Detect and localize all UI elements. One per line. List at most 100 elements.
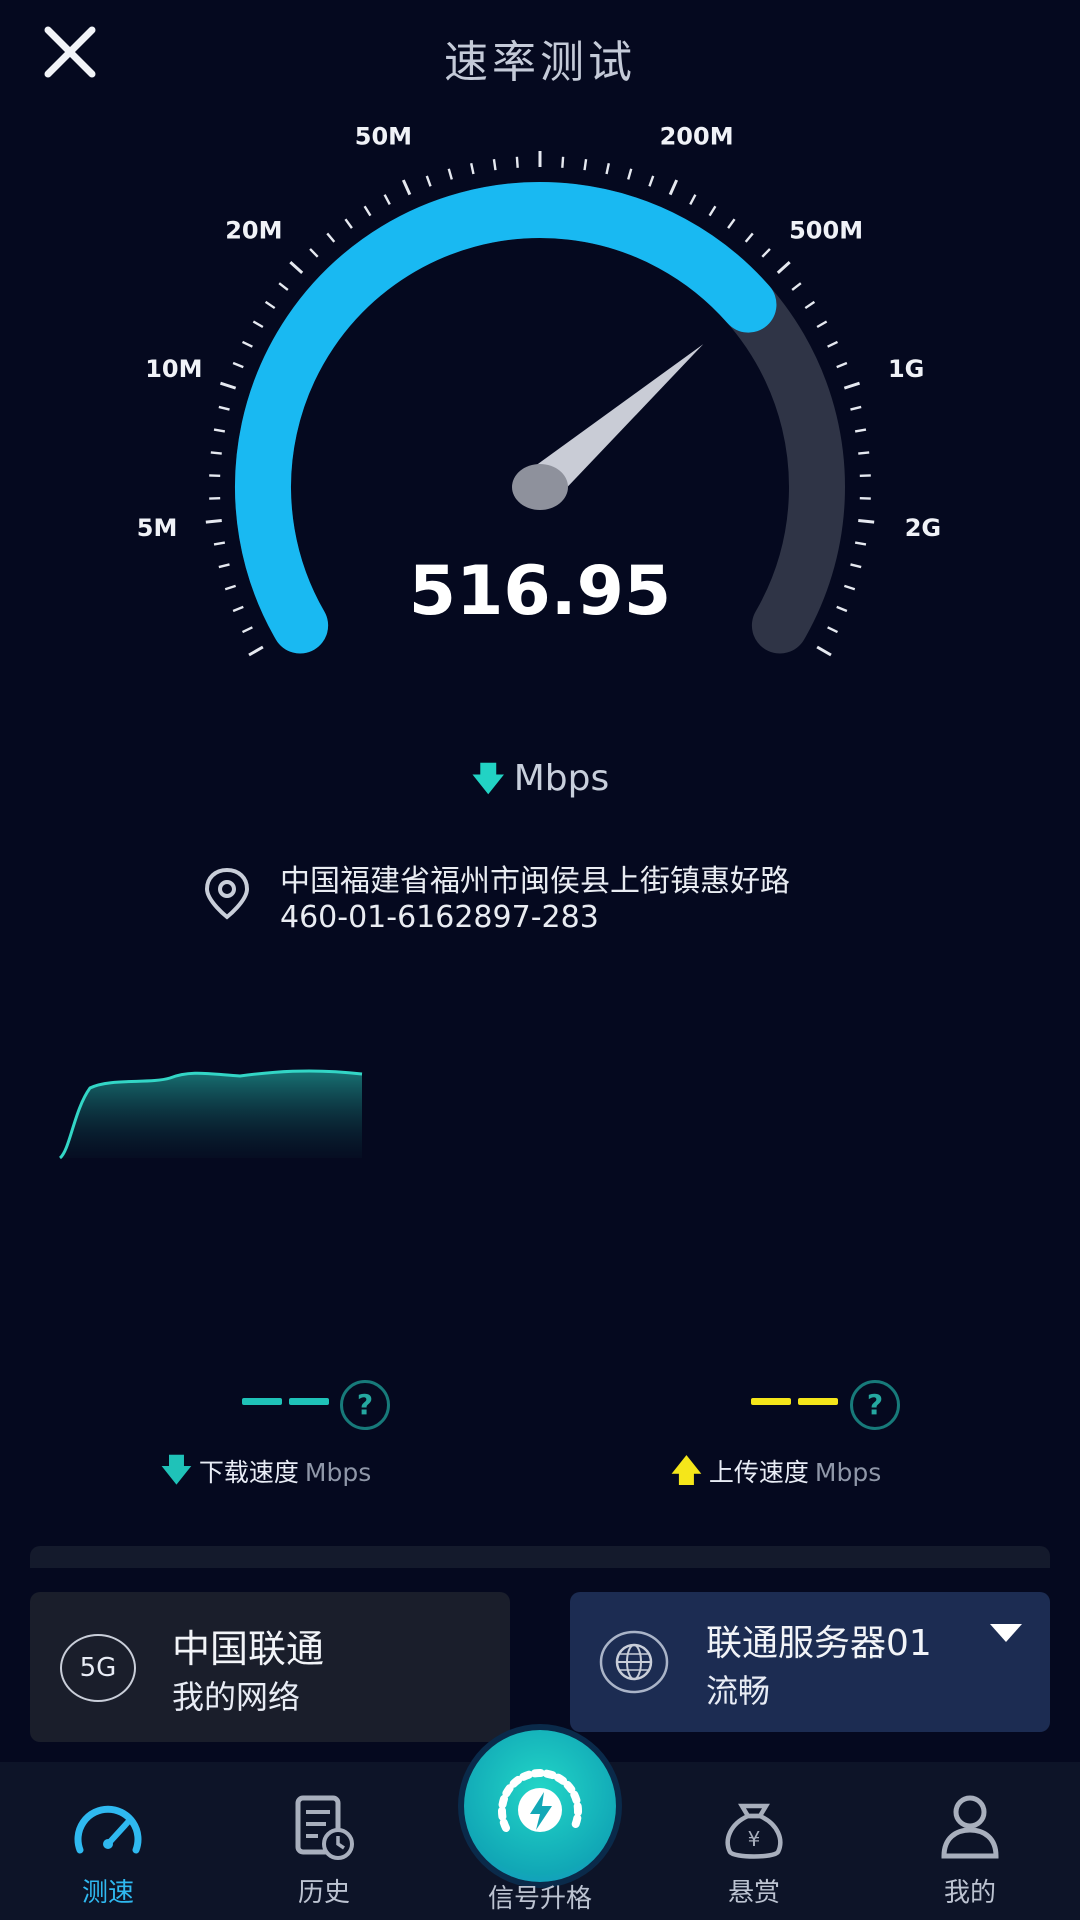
gauge-tick [858, 518, 875, 524]
chevron-down-icon[interactable] [988, 1622, 1024, 1644]
speed-sparkline [58, 1069, 363, 1160]
network-subtitle: 我的网络 [172, 1678, 301, 1716]
gauge-tick [447, 168, 453, 180]
globe-icon [599, 1630, 669, 1694]
gauge-tick [776, 261, 791, 274]
speed-unit-row: 🡇 Mbps [0, 755, 1080, 812]
download-help-button[interactable]: ? [340, 1380, 390, 1430]
gauge-tick [289, 261, 304, 274]
gauge-tick [232, 361, 244, 369]
gauge-tick [252, 320, 264, 329]
gauge-scale-label: 200M [660, 122, 734, 150]
gauge-tick [210, 451, 222, 455]
upload-help-button[interactable]: ? [850, 1380, 900, 1430]
speed-value: 516.95 [408, 552, 672, 631]
network-card[interactable]: 5G 中国联通 我的网络 [30, 1592, 510, 1742]
signal-boost-button[interactable] [464, 1730, 616, 1882]
gauge-scale-label: 1G [888, 355, 924, 383]
gauge-tick [326, 232, 336, 243]
gauge-tick [583, 159, 588, 171]
nav-label-history: 历史 [297, 1878, 350, 1908]
server-status: 流畅 [706, 1672, 771, 1710]
gauge-tick [627, 168, 633, 180]
cell-id: 460-01-6162897-283 [280, 900, 599, 935]
history-icon [295, 1795, 354, 1860]
download-value-dash [289, 1398, 329, 1405]
gauge-scale-label: 10M [145, 355, 202, 383]
gauge-tick [219, 381, 237, 390]
download-arrow-icon: 🡇 [470, 759, 506, 799]
svg-text:¥: ¥ [748, 1827, 761, 1851]
gauge-tick [850, 405, 862, 411]
gauge-tick [278, 282, 289, 291]
nav-label-signal-boost: 信号升格 [487, 1884, 592, 1914]
gauge-scale-label: 5M [137, 514, 178, 542]
upload-unit: Mbps [814, 1458, 882, 1487]
gauge-tick [213, 541, 226, 546]
gauge-tick [854, 428, 867, 433]
money-bag-icon: ¥ [725, 1803, 783, 1859]
gauge-scale-label: 50M [355, 122, 412, 150]
gauge-tick [605, 162, 610, 175]
gauge-tick [218, 405, 230, 411]
download-label-text: 下载速度 [198, 1458, 299, 1487]
gauge-tick [816, 320, 828, 329]
nav-item-history[interactable]: 历史 [234, 1762, 414, 1920]
gauge-tick [241, 340, 253, 348]
nav-label-reward: 悬赏 [727, 1878, 780, 1908]
nav-item-speed-test[interactable]: 测速 [18, 1762, 198, 1920]
nav-item-profile[interactable]: 我的 [880, 1762, 1060, 1920]
upload-label-text: 上传速度 [708, 1458, 809, 1487]
panel-divider [30, 1546, 1050, 1568]
gauge-tick [744, 232, 754, 243]
server-name: 联通服务器01 [706, 1623, 932, 1664]
nav-item-signal-boost[interactable]: 信号升格 [450, 1730, 630, 1920]
gauge-scale-label: 2G [905, 514, 941, 542]
upload-value-dash [751, 1398, 791, 1405]
gauge-tick [689, 194, 697, 206]
gauge-tick [708, 205, 717, 217]
location-pin-icon [204, 867, 250, 920]
gauge-tick [401, 179, 412, 196]
gauge-tick [561, 156, 565, 168]
gauge-tick [213, 428, 226, 433]
gauge-tick [727, 218, 736, 229]
download-unit: Mbps [304, 1458, 372, 1487]
gauge-tick [515, 156, 519, 168]
gauge-tick [383, 194, 391, 206]
gauge-scale-label: 20M [225, 216, 282, 244]
gauge-tick [761, 248, 771, 258]
upload-speed-label: 🡅 上传速度 Mbps [670, 1448, 881, 1502]
gauge-scale-label: 500M [789, 216, 863, 244]
gauge-tick [248, 645, 264, 657]
gauge-tick [854, 541, 867, 546]
gauge-tick [264, 300, 276, 310]
nav-label-profile: 我的 [943, 1878, 996, 1908]
gauge-tick [804, 300, 816, 310]
gauge-tick [791, 282, 802, 291]
gauge-tick [344, 218, 353, 229]
gauge-tick [470, 162, 475, 175]
gauge-tick [858, 451, 870, 455]
speed-unit: Mbps [513, 758, 610, 799]
gauge-tick [648, 175, 655, 187]
gauge-tick [205, 518, 222, 524]
download-value-dash [242, 1398, 282, 1405]
gauge-tick [827, 340, 839, 348]
user-icon [941, 1795, 999, 1859]
network-type-badge: 5G [60, 1634, 136, 1702]
gauge-hub [512, 464, 568, 510]
gauge-tick [363, 205, 372, 217]
gauge-tick [836, 361, 848, 369]
location-address: 中国福建省福州市闽侯县上街镇惠好路 [280, 864, 790, 899]
download-arrow-icon: 🡇 [160, 1451, 193, 1489]
server-selector[interactable]: 联通服务器01 流畅 [570, 1592, 1050, 1732]
boost-gauge-icon [498, 1769, 582, 1832]
gauge-tick [816, 645, 832, 657]
gauge-tick [668, 179, 679, 196]
nav-item-reward[interactable]: ¥ 悬赏 [664, 1762, 844, 1920]
gauge-tick [492, 159, 497, 171]
carrier-name: 中国联通 [172, 1627, 325, 1671]
gauge-tick [843, 381, 861, 390]
speedometer-icon [74, 1805, 142, 1854]
